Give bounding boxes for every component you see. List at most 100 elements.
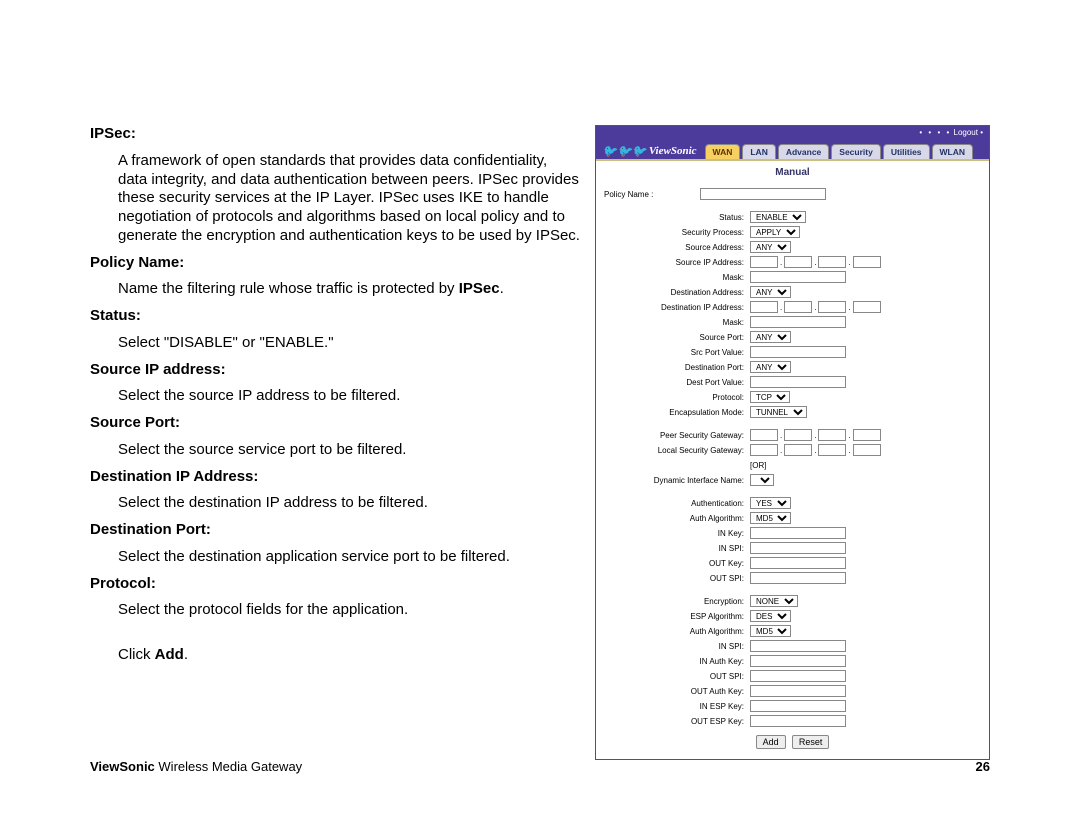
text-input[interactable] xyxy=(750,715,846,727)
ip-octet[interactable] xyxy=(853,256,881,268)
form-row: Src Port Value: xyxy=(604,346,981,358)
tab-lan[interactable]: LAN xyxy=(742,144,775,159)
policy-name-input[interactable] xyxy=(700,188,826,200)
ip-octet[interactable] xyxy=(750,301,778,313)
select-field[interactable]: DES xyxy=(750,610,791,622)
tab-wlan[interactable]: WLAN xyxy=(932,144,974,159)
ip-octet[interactable] xyxy=(784,444,812,456)
birds-icon: 🐦🐦🐦 xyxy=(602,145,647,157)
section-heading: IPSec: xyxy=(90,125,580,144)
form-row: Security Process:APPLY xyxy=(604,226,981,238)
doc-section: Destination IP Address:Select the destin… xyxy=(90,468,580,514)
section-heading: Destination IP Address: xyxy=(90,468,580,487)
tab-security[interactable]: Security xyxy=(831,144,881,159)
ip-octet[interactable] xyxy=(784,301,812,313)
ip-octet[interactable] xyxy=(818,256,846,268)
logout-link[interactable]: Logout xyxy=(954,128,978,137)
field-label: IN ESP Key: xyxy=(604,702,750,711)
field-label: Destination Address: xyxy=(604,288,750,297)
field-label: Dynamic Interface Name: xyxy=(604,476,750,485)
field-label: Peer Security Gateway: xyxy=(604,431,750,440)
select-field[interactable]: ANY xyxy=(750,286,791,298)
ip-octet[interactable] xyxy=(784,256,812,268)
text-input[interactable] xyxy=(750,640,846,652)
form-row: Mask: xyxy=(604,271,981,283)
select-field[interactable]: ENABLE xyxy=(750,211,806,223)
section-body: A framework of open standards that provi… xyxy=(90,152,580,246)
form-row: OUT ESP Key: xyxy=(604,715,981,727)
ip-octet[interactable] xyxy=(818,429,846,441)
form-row: IN Auth Key: xyxy=(604,655,981,667)
brand-logo: 🐦🐦🐦 ViewSonic xyxy=(600,139,703,159)
text-input[interactable] xyxy=(750,685,846,697)
select-field[interactable]: ANY xyxy=(750,241,791,253)
ip-octet[interactable] xyxy=(750,444,778,456)
text-input[interactable] xyxy=(750,376,846,388)
form-row: Encapsulation Mode:TUNNEL xyxy=(604,406,981,418)
ip-octet[interactable] xyxy=(818,444,846,456)
field-label: OUT SPI: xyxy=(604,672,750,681)
reset-button[interactable]: Reset xyxy=(792,735,830,749)
doc-section: Policy Name:Name the filtering rule whos… xyxy=(90,254,580,300)
select-field[interactable]: ANY xyxy=(750,331,791,343)
select-field[interactable]: MD5 xyxy=(750,625,791,637)
select-field[interactable]: APPLY xyxy=(750,226,800,238)
field-label: OUT Key: xyxy=(604,559,750,568)
doc-section: Destination Port:Select the destination … xyxy=(90,521,580,567)
field-label: Mask: xyxy=(604,273,750,282)
or-label: [OR] xyxy=(750,461,766,470)
text-input[interactable] xyxy=(750,542,846,554)
text-input[interactable] xyxy=(750,655,846,667)
field-label: Src Port Value: xyxy=(604,348,750,357)
text-input[interactable] xyxy=(750,316,846,328)
form-row: Dest Port Value: xyxy=(604,376,981,388)
field-label: Authentication: xyxy=(604,499,750,508)
section-heading: Source Port: xyxy=(90,414,580,433)
section-body: Select "DISABLE" or "ENABLE." xyxy=(90,334,580,353)
form-row: Encryption:NONE xyxy=(604,595,981,607)
select-field[interactable]: ANY xyxy=(750,361,791,373)
text-input[interactable] xyxy=(750,346,846,358)
ip-octet[interactable] xyxy=(784,429,812,441)
select-field[interactable]: TUNNEL xyxy=(750,406,807,418)
doc-section: Status:Select "DISABLE" or "ENABLE." xyxy=(90,307,580,353)
text-input[interactable] xyxy=(750,271,846,283)
ip-octet[interactable] xyxy=(853,301,881,313)
doc-section: Source IP address:Select the source IP a… xyxy=(90,361,580,407)
text-input[interactable] xyxy=(750,527,846,539)
text-input[interactable] xyxy=(750,557,846,569)
text-input[interactable] xyxy=(750,700,846,712)
form-row: Mask: xyxy=(604,316,981,328)
field-label: IN SPI: xyxy=(604,544,750,553)
document-text: IPSec: A framework of open standards that… xyxy=(90,125,580,760)
form-row: Destination IP Address:... xyxy=(604,301,981,313)
text-input[interactable] xyxy=(750,572,846,584)
section-heading: Source IP address: xyxy=(90,361,580,380)
text-input[interactable] xyxy=(750,670,846,682)
doc-section: Protocol:Select the protocol fields for … xyxy=(90,575,580,621)
tab-utilities[interactable]: Utilities xyxy=(883,144,930,159)
section-body: Select the protocol fields for the appli… xyxy=(90,601,580,620)
form-row: Destination Port:ANY xyxy=(604,361,981,373)
ip-octet[interactable] xyxy=(818,301,846,313)
select-field[interactable]: NONE xyxy=(750,595,798,607)
ip-octet[interactable] xyxy=(853,444,881,456)
select-field[interactable]: TCP xyxy=(750,391,790,403)
form-row: Peer Security Gateway:... xyxy=(604,429,981,441)
select-field[interactable]: YES xyxy=(750,497,791,509)
select-field[interactable]: MD5 xyxy=(750,512,791,524)
section-heading: Destination Port: xyxy=(90,521,580,540)
page-footer: ViewSonic Wireless Media Gateway 26 xyxy=(90,759,990,774)
ip-octet[interactable] xyxy=(750,256,778,268)
tab-advance[interactable]: Advance xyxy=(778,144,829,159)
ip-octet[interactable] xyxy=(853,429,881,441)
tab-wan[interactable]: WAN xyxy=(705,144,741,159)
ip-octet[interactable] xyxy=(750,429,778,441)
select-field[interactable] xyxy=(750,474,774,486)
doc-section: IPSec: A framework of open standards that… xyxy=(90,125,580,246)
add-button[interactable]: Add xyxy=(756,735,786,749)
form-row: ESP Algorithm:DES xyxy=(604,610,981,622)
section-heading: Policy Name: xyxy=(90,254,580,273)
form-row: [OR] xyxy=(604,459,981,471)
form-row: IN Key: xyxy=(604,527,981,539)
